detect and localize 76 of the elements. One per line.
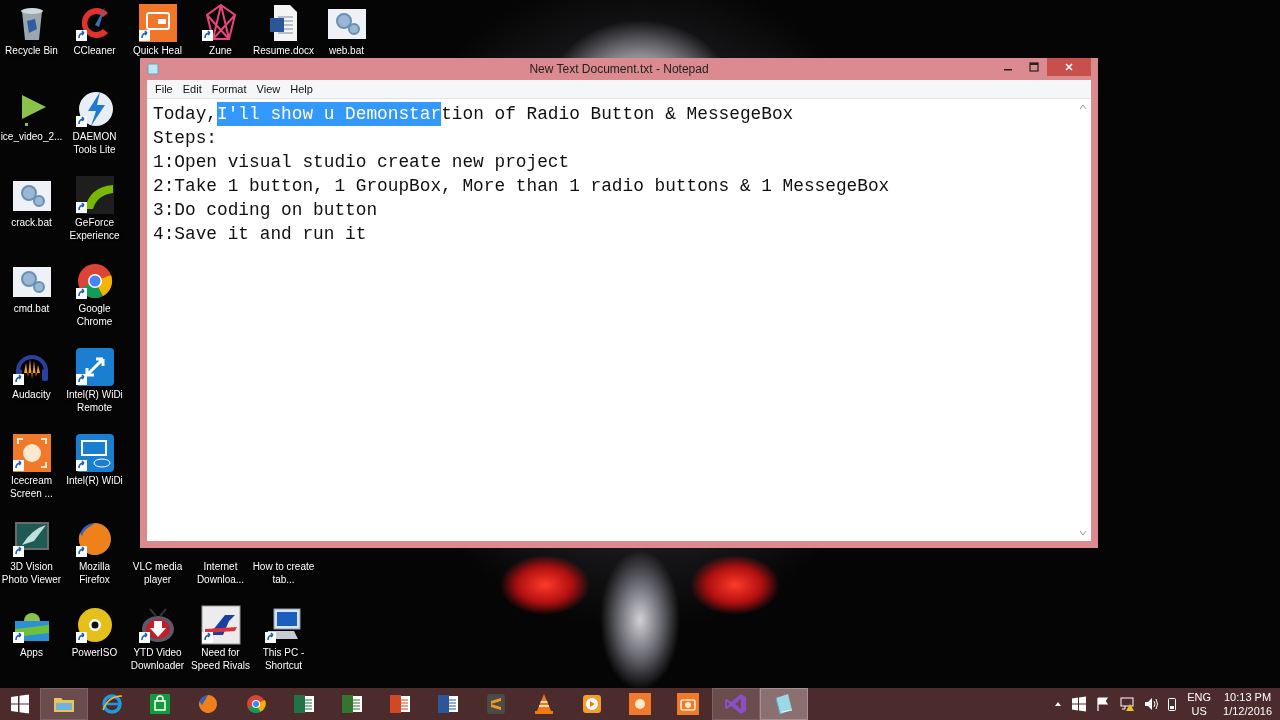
text-line: 2:Take 1 button, 1 GroupBox, More than 1 radio buttons & 1 MessegeBox	[153, 175, 890, 198]
icon-label[interactable]: DAEMON Tools Lite	[63, 130, 126, 156]
icon-label[interactable]: Icecream Screen ...	[0, 474, 63, 500]
icon-label[interactable]: PowerISO	[63, 646, 126, 659]
network-warning-icon[interactable]	[1119, 696, 1136, 712]
menu-item[interactable]: Edit	[177, 83, 207, 95]
windows-logo-icon[interactable]	[1071, 696, 1088, 712]
chrome-icon[interactable]	[74, 261, 115, 301]
media-player-icon	[580, 692, 604, 716]
excel-icon	[292, 692, 316, 716]
clock[interactable]: 10:13 PM 1/12/2016	[1221, 690, 1274, 718]
disc-icon[interactable]	[74, 605, 115, 645]
icecream-icon[interactable]	[11, 433, 52, 473]
lightning-icon[interactable]	[74, 89, 115, 129]
intel-screen-icon[interactable]	[74, 433, 115, 473]
nvidia-icon[interactable]	[74, 175, 115, 215]
text-line: 1:Open visual studio create new project	[153, 151, 570, 174]
notepad-icon	[147, 63, 159, 75]
language-indicator[interactable]: ENG US	[1185, 690, 1214, 718]
text-line: Today,	[153, 103, 218, 126]
icon-label[interactable]: Resume.docx	[252, 44, 315, 57]
eagle-screen-icon[interactable]	[11, 519, 52, 559]
project-icon	[340, 692, 364, 716]
firefox-icon	[196, 692, 220, 716]
maximize-icon	[1029, 62, 1039, 72]
sublime-icon	[484, 692, 508, 716]
icon-label[interactable]: How to create tab...	[252, 560, 315, 586]
internet-explorer-icon	[100, 692, 124, 716]
icon-label[interactable]: crack.bat	[0, 216, 63, 229]
windows-logo-icon	[10, 694, 30, 714]
icon-label[interactable]: web.bat	[315, 44, 378, 57]
icon-label[interactable]: 3D Vision Photo Viewer	[0, 560, 63, 586]
minimize-icon	[1004, 69, 1012, 71]
icon-label[interactable]: ice_video_2...	[0, 130, 63, 143]
card-app-icon[interactable]	[137, 3, 178, 43]
icon-label[interactable]: Intel(R) WiDi Remote	[63, 388, 126, 414]
text-line: 3:Do coding on button	[153, 199, 378, 222]
traffic-cone-icon	[532, 692, 556, 716]
visual-studio-icon	[724, 692, 748, 716]
icon-label[interactable]: Intel(R) WiDi	[63, 474, 126, 487]
powerpoint-icon	[388, 692, 412, 716]
intel-arrows-icon[interactable]	[74, 347, 115, 387]
icon-label[interactable]: Mozilla Firefox	[63, 560, 126, 586]
chrome-icon	[244, 692, 268, 716]
menu-item[interactable]: Help	[285, 83, 318, 95]
icon-label[interactable]: Google Chrome	[63, 302, 126, 328]
selected-text: I'll show u Demonstar	[217, 102, 442, 126]
icon-label[interactable]: Zune	[189, 44, 252, 57]
icon-label[interactable]: CCleaner	[63, 44, 126, 57]
text-line: tion of Radio Button & MessegeBox	[441, 103, 794, 126]
menu-item[interactable]: Format	[206, 83, 252, 95]
icon-label[interactable]: GeForce Experience	[63, 216, 126, 242]
icon-label[interactable]: Quick Heal	[126, 44, 189, 57]
icecream-icon	[628, 692, 652, 716]
text-line: Steps:	[153, 127, 218, 150]
icon-label[interactable]: Audacity	[0, 388, 63, 401]
menu-item[interactable]: File	[150, 83, 178, 95]
text-line: 4:Save it and run it	[153, 223, 367, 246]
battery-icon[interactable]	[1167, 696, 1178, 712]
camera-icon	[676, 692, 700, 716]
icon-label[interactable]: Internet Downloa...	[189, 560, 252, 586]
menu-item[interactable]: View	[251, 83, 286, 95]
word-icon	[436, 692, 460, 716]
speaker-icon[interactable]	[1143, 696, 1160, 712]
window-title: New Text Document.txt - Notepad	[528, 62, 710, 76]
icon-label[interactable]: YTD Video Downloader	[126, 646, 189, 672]
icon-label[interactable]: Need for Speed Rivals	[189, 646, 252, 672]
icon-label[interactable]: VLC media player	[126, 560, 189, 586]
racing-logo-icon[interactable]	[200, 605, 241, 645]
computer-icon[interactable]	[263, 605, 304, 645]
icon-label[interactable]: Recycle Bin	[0, 44, 63, 57]
close-icon	[1064, 62, 1074, 72]
icon-label[interactable]: This PC - Shortcut	[252, 646, 315, 672]
icon-label[interactable]: cmd.bat	[0, 302, 63, 315]
store-bag-icon	[148, 692, 172, 716]
icon-label[interactable]: Apps	[0, 646, 63, 659]
